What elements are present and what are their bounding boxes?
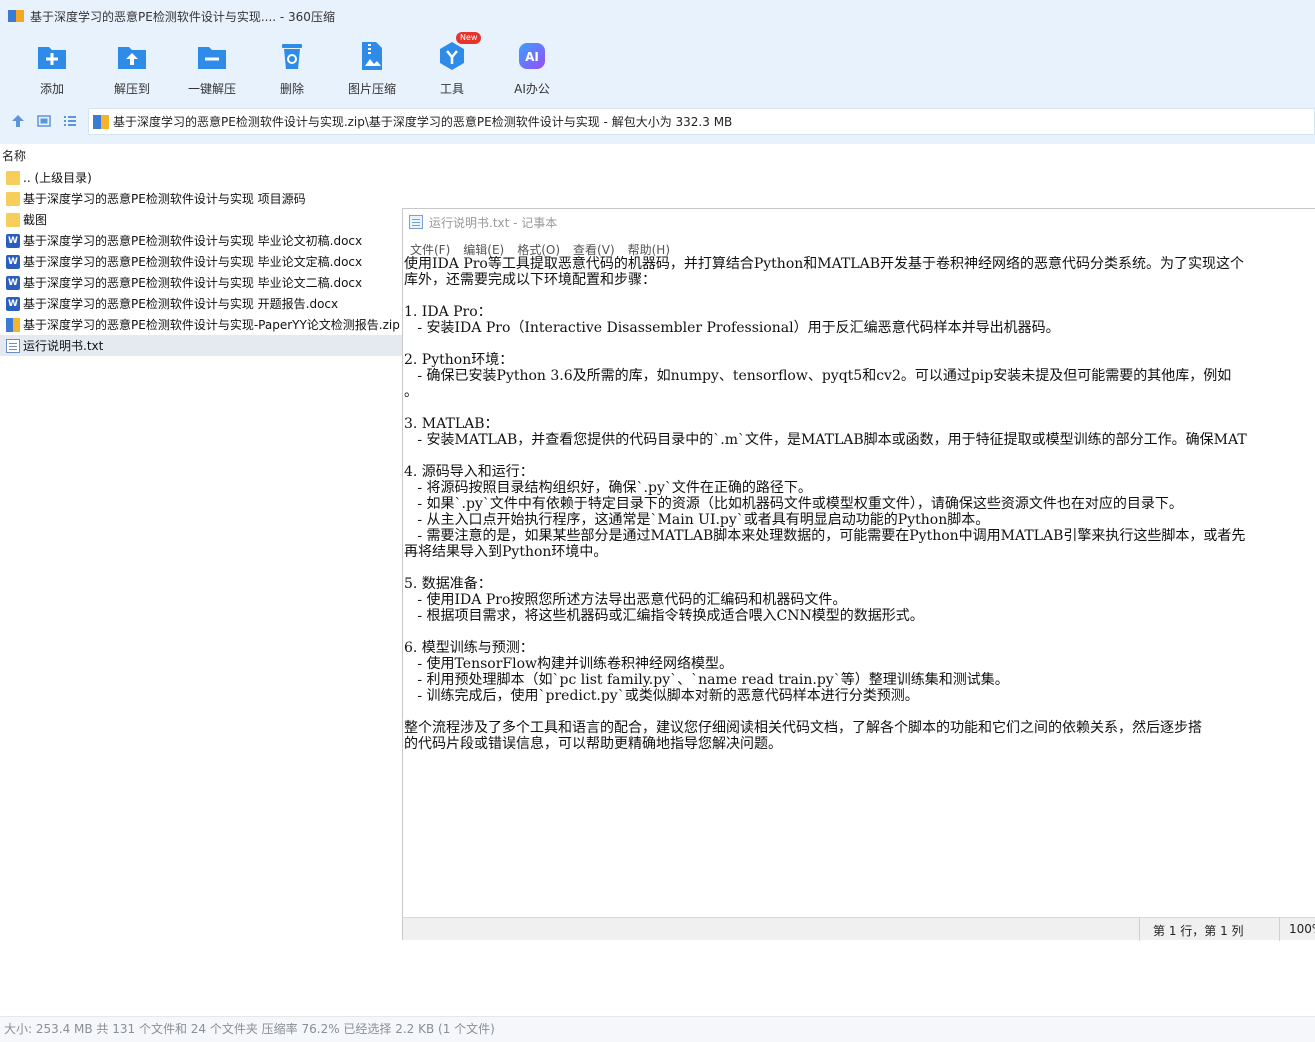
file-name: 基于深度学习的恶意PE检测软件设计与实现 开题报告.docx [23,297,339,311]
word-doc-icon: W [6,275,20,290]
notepad-title-bar[interactable]: 运行说明书.txt - 记事本 [403,209,1315,235]
folder-icon [6,212,20,227]
add-label: 添加 [39,82,64,96]
file-row-source-folder[interactable]: 基于深度学习的恶意PE检测软件设计与实现 项目源码 [0,188,402,209]
add-button[interactable]: 添加 [12,36,92,98]
image-compress-label: 图片压缩 [347,82,396,96]
file-row-readme-txt[interactable]: 运行说明书.txt [0,335,402,356]
file-row-paperyy-report[interactable]: 基于深度学习的恶意PE检测软件设计与实现-PaperYY论文检测报告.zip [0,314,402,335]
file-name: 基于深度学习的恶意PE检测软件设计与实现 毕业论文二稿.docx [23,276,363,290]
ai-office-icon: AI [516,40,548,72]
zoom-level: 100% [1289,922,1315,936]
new-badge: New [456,32,482,44]
notepad-title: 运行说明书.txt - 记事本 [429,215,558,230]
app-logo-icon [8,8,24,24]
column-header-name[interactable]: 名称 [0,146,1315,166]
menu-file[interactable]: 文件(F) [410,241,450,258]
menu-help[interactable]: 帮助(H) [628,241,670,258]
file-row-thesis-draft2[interactable]: W 基于深度学习的恶意PE检测软件设计与实现 毕业论文二稿.docx [0,272,402,293]
one-click-extract-icon [196,40,228,72]
zip-archive-icon [93,114,109,129]
file-name: 运行说明书.txt [23,339,104,353]
extract-to-label: 解压到 [113,82,150,96]
file-name: 基于深度学习的恶意PE检测软件设计与实现 项目源码 [23,192,306,206]
thumbnail-view-button[interactable] [32,109,56,133]
address-bar[interactable]: 基于深度学习的恶意PE检测软件设计与实现.zip\基于深度学习的恶意PE检测软件… [88,108,1315,135]
one-click-extract-label: 一键解压 [187,82,236,96]
folder-icon [6,170,20,185]
file-name: 基于深度学习的恶意PE检测软件设计与实现 毕业论文定稿.docx [23,255,363,269]
notepad-icon [409,215,423,229]
file-row-proposal[interactable]: W 基于深度学习的恶意PE检测软件设计与实现 开题报告.docx [0,293,402,314]
menu-format[interactable]: 格式(O) [517,241,560,258]
word-doc-icon: W [6,254,20,269]
file-row-parent-dir[interactable]: .. (上级目录) [0,167,402,188]
top-area: 基于深度学习的恶意PE检测软件设计与实现.... - 360压缩 添加 解压到 … [0,0,1315,144]
one-click-extract-button[interactable]: 一键解压 [172,36,252,98]
text-file-icon [6,338,20,353]
address-row: 基于深度学习的恶意PE检测软件设计与实现.zip\基于深度学习的恶意PE检测软件… [0,106,1315,136]
notepad-status-bar: 第 1 行，第 1 列 100% [403,917,1315,941]
image-compress-icon [356,40,388,72]
main-window: 基于深度学习的恶意PE检测软件设计与实现.... - 360压缩 添加 解压到 … [0,0,1315,1042]
cursor-position: 第 1 行，第 1 列 [1153,924,1244,938]
file-name: 基于深度学习的恶意PE检测软件设计与实现 毕业论文初稿.docx [23,234,363,248]
file-name: .. (上级目录) [23,171,92,185]
word-doc-icon: W [6,296,20,311]
extract-to-icon [116,40,148,72]
status-bar: 大小: 253.4 MB 共 131 个文件和 24 个文件夹 压缩率 76.2… [0,1016,1315,1042]
notepad-window: 运行说明书.txt - 记事本 文件(F) 编辑(E) 格式(O) 查看(V) … [402,208,1315,941]
window-title: 基于深度学习的恶意PE检测软件设计与实现.... - 360压缩 [30,9,335,24]
tools-label: 工具 [439,82,464,96]
file-name: 基于深度学习的恶意PE检测软件设计与实现-PaperYY论文检测报告.zip [23,318,400,332]
tools-button[interactable]: New 工具 [412,32,492,98]
title-bar: 基于深度学习的恶意PE检测软件设计与实现.... - 360压缩 [0,0,1315,32]
word-doc-icon: W [6,233,20,248]
notepad-text-area[interactable]: 使用IDA Pro等工具提取恶意代码的机器码，并打算结合Python和MATLA… [403,256,1315,916]
toolbar: 添加 解压到 一键解压 删除 图片压缩 New 工具 AI AI办公 [12,32,572,98]
folder-icon [6,191,20,206]
arrow-up-icon [12,115,24,127]
list-view-button[interactable] [58,109,82,133]
delete-icon [276,40,308,72]
file-list: .. (上级目录) 基于深度学习的恶意PE检测软件设计与实现 项目源码 截图 W… [0,167,402,356]
ai-office-button[interactable]: AI AI办公 [492,36,572,98]
menu-view[interactable]: 查看(V) [573,241,615,258]
thumbnail-view-icon [37,115,51,127]
extract-to-button[interactable]: 解压到 [92,36,172,98]
delete-button[interactable]: 删除 [252,36,332,98]
status-divider [1279,918,1280,941]
image-compress-button[interactable]: 图片压缩 [332,36,412,98]
add-icon [36,40,68,72]
address-path: 基于深度学习的恶意PE检测软件设计与实现.zip\基于深度学习的恶意PE检测软件… [113,115,733,129]
list-view-icon [64,116,76,126]
status-divider [1139,918,1140,941]
file-name: 截图 [23,213,48,227]
tools-icon [436,40,468,72]
delete-label: 删除 [279,82,304,96]
menu-edit[interactable]: 编辑(E) [463,241,504,258]
file-row-thesis-draft1[interactable]: W 基于深度学习的恶意PE检测软件设计与实现 毕业论文初稿.docx [0,230,402,251]
file-row-screenshots-folder[interactable]: 截图 [0,209,402,230]
file-row-thesis-final[interactable]: W 基于深度学习的恶意PE检测软件设计与实现 毕业论文定稿.docx [0,251,402,272]
svg-text:AI: AI [525,50,539,64]
ai-office-label: AI办公 [514,82,550,96]
up-level-button[interactable] [6,109,30,133]
zip-file-icon [6,317,20,332]
